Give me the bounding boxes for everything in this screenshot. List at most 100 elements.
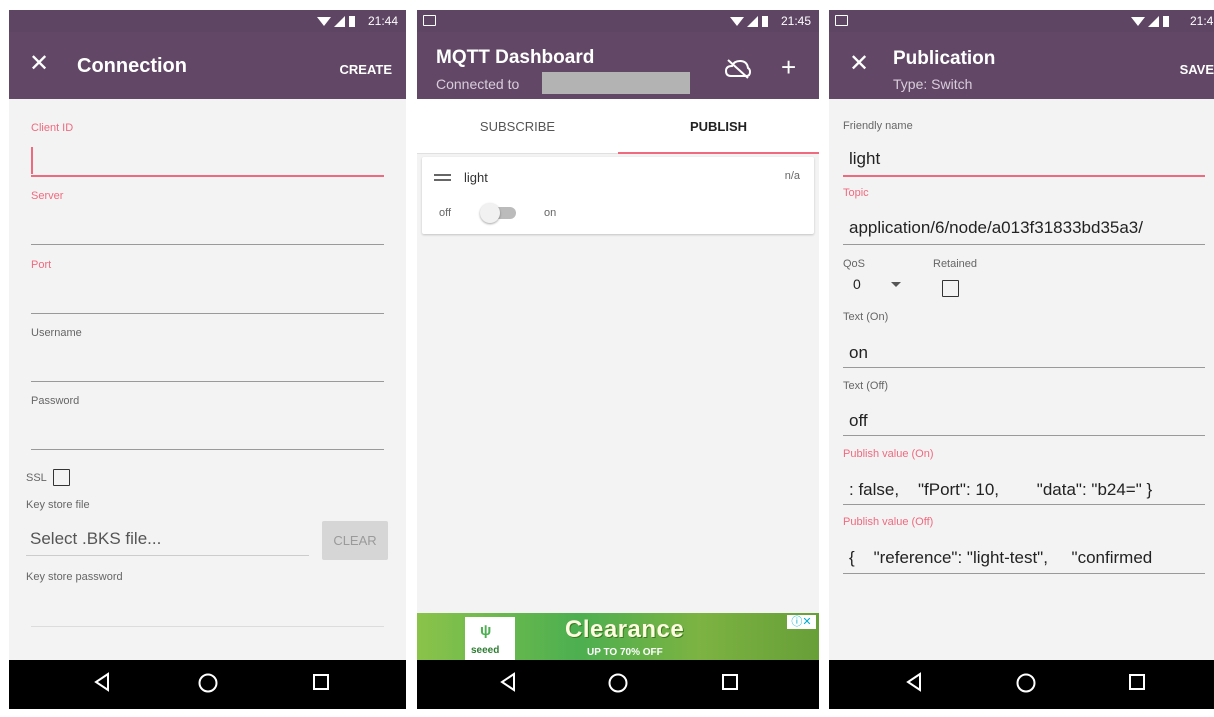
- key-store-file-field[interactable]: Select .BKS file...: [26, 522, 309, 556]
- home-icon[interactable]: [197, 672, 219, 694]
- publish-off-field[interactable]: Publish value (Off) { "reference": "ligh…: [843, 516, 1205, 574]
- cell-signal-icon: [747, 15, 758, 27]
- retained-checkbox[interactable]: [942, 280, 959, 297]
- qos-value: 0: [853, 276, 861, 292]
- tab-subscribe[interactable]: SUBSCRIBE: [417, 99, 618, 153]
- topic-underline: [843, 244, 1205, 245]
- back-icon[interactable]: [905, 672, 923, 692]
- signal-icons: [317, 15, 356, 27]
- switch-on-label: on: [544, 207, 557, 219]
- publish-on-underline: [843, 504, 1205, 505]
- ad-brand: seeed: [471, 645, 500, 656]
- text-off-value: off: [849, 411, 868, 430]
- key-store-underline: [26, 555, 309, 556]
- status-time: 21:45: [780, 14, 811, 28]
- navigation-bar: [829, 660, 1214, 709]
- redacted-host: [542, 72, 690, 94]
- dropdown-arrow-icon: [891, 282, 901, 287]
- client-id-label: Client ID: [31, 122, 74, 134]
- close-icon[interactable]: ✕: [849, 52, 869, 76]
- battery-icon: [1163, 16, 1169, 27]
- topic-label: Topic: [843, 187, 869, 199]
- status-bar: 21:45: [417, 10, 819, 32]
- ad-logo: ψ seeed: [465, 617, 515, 661]
- home-icon[interactable]: [607, 672, 629, 694]
- publication-screen: 21:45 ✕ Publication Type: Switch SAVE Fr…: [829, 10, 1214, 709]
- card-name: light: [464, 170, 488, 185]
- publish-off-label: Publish value (Off): [843, 516, 934, 528]
- publish-on-label: Publish value (On): [843, 448, 934, 460]
- signal-icons: [1131, 15, 1170, 27]
- wifi-icon: [317, 16, 331, 26]
- port-underline: [31, 313, 384, 314]
- ssl-label: SSL: [26, 471, 47, 484]
- back-icon[interactable]: [93, 672, 111, 692]
- password-label: Password: [31, 395, 80, 407]
- tab-bar: SUBSCRIBE PUBLISH: [417, 99, 819, 154]
- ssl-checkbox[interactable]: [52, 469, 70, 486]
- client-id-field[interactable]: Client ID: [31, 122, 384, 180]
- text-off-label: Text (Off): [843, 380, 889, 392]
- key-store-password-underline[interactable]: [31, 626, 384, 627]
- recents-icon[interactable]: [720, 672, 740, 692]
- cell-signal-icon: [1148, 15, 1159, 27]
- password-underline: [31, 449, 384, 450]
- status-time: 21:44: [367, 14, 398, 28]
- retained-label: Retained: [933, 258, 978, 270]
- text-on-label: Text (On): [843, 311, 889, 323]
- ad-headline: Clearance: [565, 616, 685, 643]
- status-bar: 21:45: [829, 10, 1214, 32]
- light-switch[interactable]: [480, 201, 518, 223]
- clear-button[interactable]: CLEAR: [322, 521, 388, 560]
- ssl-row: SSL: [26, 469, 70, 486]
- page-title: Connection: [77, 55, 187, 77]
- friendly-name-field[interactable]: Friendly name light: [843, 120, 1205, 178]
- battery-icon: [762, 16, 768, 27]
- publish-off-underline: [843, 573, 1205, 574]
- app-bar: ✕ Connection CREATE: [9, 32, 406, 99]
- text-off-underline: [843, 435, 1205, 436]
- signal-icons: [730, 15, 769, 27]
- key-store-file-label: Key store file: [26, 499, 90, 511]
- status-bar: 21:44: [9, 10, 406, 32]
- username-field[interactable]: Username: [31, 327, 384, 385]
- server-underline: [31, 244, 384, 245]
- qos-select[interactable]: 0: [843, 274, 903, 296]
- text-on-field[interactable]: Text (On) on: [843, 311, 1205, 369]
- add-icon[interactable]: +: [781, 52, 796, 83]
- text-off-field[interactable]: Text (Off) off: [843, 380, 1205, 438]
- back-icon[interactable]: [499, 672, 517, 692]
- text-cursor: [31, 147, 33, 174]
- username-underline: [31, 381, 384, 382]
- topic-field[interactable]: Topic application/6/node/a013f31833bd35a…: [843, 187, 1205, 247]
- close-icon[interactable]: ✕: [29, 52, 49, 76]
- port-field[interactable]: Port: [31, 259, 384, 317]
- ad-choices-icon[interactable]: ⓘ✕: [787, 615, 816, 629]
- create-button[interactable]: CREATE: [340, 62, 392, 77]
- cloud-off-icon[interactable]: [725, 59, 751, 79]
- friendly-name-label: Friendly name: [843, 120, 913, 132]
- recents-icon[interactable]: [1127, 672, 1147, 692]
- save-button[interactable]: SAVE: [1180, 62, 1214, 77]
- card-value: n/a: [784, 170, 800, 182]
- recents-icon[interactable]: [311, 672, 331, 692]
- status-time: 21:45: [1189, 14, 1214, 28]
- server-label: Server: [31, 190, 64, 202]
- server-field[interactable]: Server: [31, 190, 384, 248]
- ad-subline: UP TO 70% OFF: [587, 647, 663, 658]
- client-id-underline: [31, 175, 384, 177]
- wifi-icon: [730, 16, 744, 26]
- password-field[interactable]: Password: [31, 395, 384, 453]
- drag-handle-icon[interactable]: [434, 174, 451, 181]
- tab-publish[interactable]: PUBLISH: [618, 99, 819, 153]
- dashboard-screen: 21:45 MQTT Dashboard Connected to + SUBS…: [417, 10, 819, 709]
- ad-banner[interactable]: ψ seeed Clearance UP TO 70% OFF ⓘ✕: [417, 613, 819, 665]
- page-title: Publication: [893, 48, 996, 69]
- publish-on-field[interactable]: Publish value (On) : false, "fPort": 10,…: [843, 448, 1205, 506]
- text-on-underline: [843, 367, 1205, 368]
- home-icon[interactable]: [1015, 672, 1037, 694]
- navigation-bar: [9, 660, 406, 709]
- publish-card[interactable]: light n/a off on: [422, 157, 814, 234]
- tab-indicator: [618, 152, 819, 154]
- key-store-file-placeholder: Select .BKS file...: [30, 529, 162, 548]
